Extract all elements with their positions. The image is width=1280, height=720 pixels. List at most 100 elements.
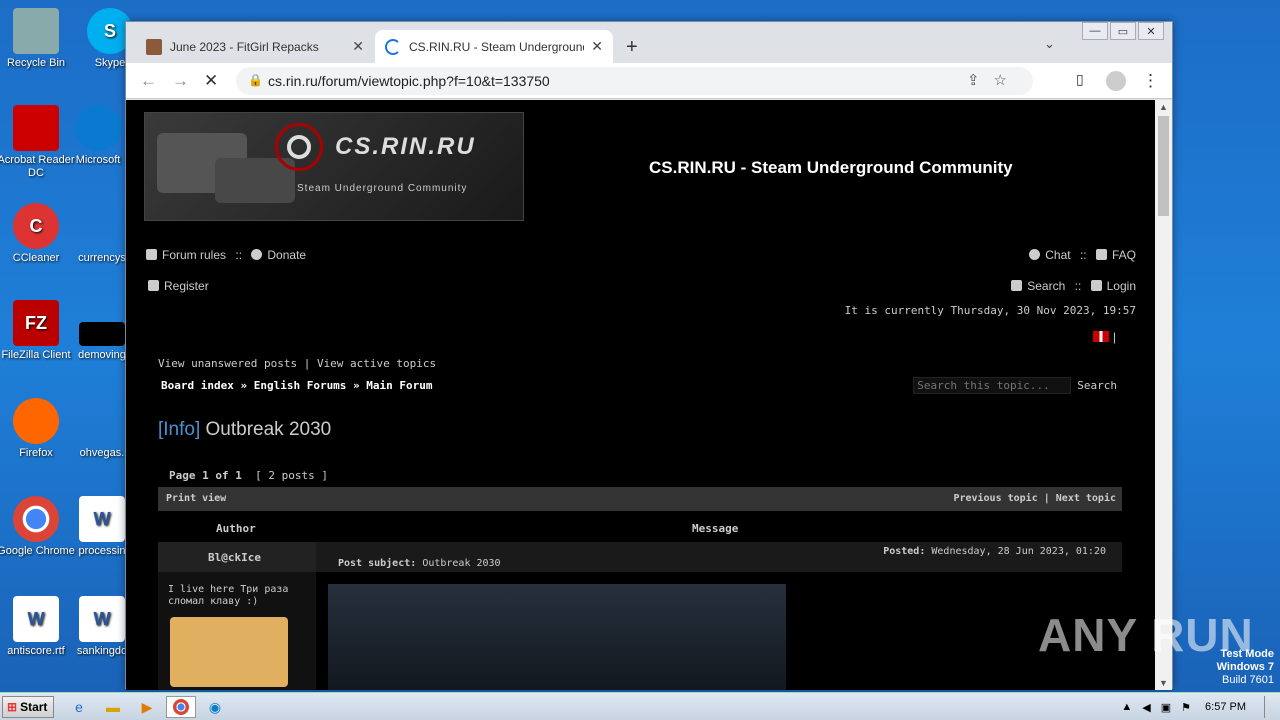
nav-left-bottom: Register bbox=[148, 279, 209, 293]
register-icon bbox=[148, 280, 159, 291]
chat-icon bbox=[1029, 249, 1041, 260]
subject-text: Outbreak 2030 bbox=[422, 558, 501, 569]
author-column-header: Author bbox=[216, 522, 256, 535]
pagination: Page 1 of 1 [ 2 posts ] bbox=[169, 469, 328, 482]
close-window-button[interactable]: ✕ bbox=[1138, 22, 1164, 40]
nav-separator: :: bbox=[235, 248, 243, 262]
uk-flag-icon[interactable] bbox=[1092, 331, 1109, 342]
profile-icon[interactable] bbox=[1106, 71, 1126, 91]
search-icon bbox=[1011, 280, 1023, 291]
faq-icon bbox=[1095, 249, 1107, 260]
search-link[interactable]: Search bbox=[1027, 279, 1065, 293]
chat-link[interactable]: Chat bbox=[1045, 248, 1070, 262]
fitgirl-favicon bbox=[146, 38, 162, 55]
nav-separator: :: bbox=[1079, 248, 1087, 262]
ie-taskbar-icon[interactable]: e bbox=[66, 696, 92, 718]
posted-label: Posted: bbox=[883, 546, 926, 557]
volume-icon[interactable]: ◀ bbox=[1142, 701, 1150, 714]
back-icon[interactable]: ← bbox=[140, 71, 157, 91]
flag-icon[interactable]: ⚑ bbox=[1181, 701, 1191, 714]
clock[interactable]: 6:57 PM bbox=[1205, 701, 1246, 713]
scroll-up-icon[interactable]: ▲ bbox=[1159, 102, 1168, 112]
system-tray: ▲ ◀ ▣ ⚑ 6:57 PM bbox=[1121, 693, 1280, 720]
post-header-row: Bl@ckIce Post subject: Outbreak 2030 Pos… bbox=[158, 542, 1122, 572]
forum-rules-link[interactable]: Forum rules bbox=[162, 248, 226, 262]
recycle-bin-icon[interactable]: Recycle Bin bbox=[0, 8, 76, 70]
tab-strip: June 2023 - FitGirl Repacks ✕ CS.RIN.RU … bbox=[126, 22, 1172, 63]
explorer-taskbar-icon[interactable]: ▬ bbox=[100, 696, 126, 718]
logo-name: CS.RIN.RU bbox=[335, 133, 476, 160]
lang-separator: | bbox=[1112, 330, 1116, 344]
tray-arrow-icon[interactable]: ▲ bbox=[1121, 701, 1132, 713]
search-topic-button[interactable]: Search bbox=[1077, 379, 1117, 392]
topic-title[interactable]: [Info] Outbreak 2030 bbox=[158, 419, 331, 441]
subject-label: Post subject: bbox=[338, 558, 417, 569]
tab-fitgirl[interactable]: June 2023 - FitGirl Repacks ✕ bbox=[136, 30, 374, 63]
stop-icon[interactable]: ✕ bbox=[204, 71, 218, 91]
crosshair-inner-icon bbox=[287, 135, 311, 159]
language-selector[interactable]: | bbox=[1092, 330, 1116, 344]
close-tab-icon[interactable]: ✕ bbox=[591, 38, 603, 55]
post-date: Posted: Wednesday, 28 Jun 2023, 01:20 bbox=[883, 546, 1106, 557]
topic-title-text: Outbreak 2030 bbox=[205, 419, 332, 440]
url-text[interactable]: cs.rin.ru/forum/viewtopic.php?f=10&t=133… bbox=[268, 73, 550, 89]
taskbar: ⊞ Start e ▬ ▶ ◉ ▲ ◀ ▣ ⚑ 6:57 PM bbox=[0, 692, 1280, 720]
nav-right-bottom: Search :: Login bbox=[1011, 279, 1136, 293]
web-page: CS.RIN.RU Steam Underground Community CS… bbox=[126, 100, 1156, 690]
tab-csrin[interactable]: CS.RIN.RU - Steam Underground Co ✕ bbox=[375, 30, 613, 63]
menu-icon[interactable]: ⋮ bbox=[1142, 71, 1159, 91]
start-button[interactable]: ⊞ Start bbox=[2, 696, 54, 718]
network-icon[interactable]: ▣ bbox=[1161, 701, 1171, 714]
author-name[interactable]: Bl@ckIce bbox=[208, 551, 261, 564]
page-scrollbar[interactable]: ▲ ▼ bbox=[1155, 100, 1172, 690]
login-link[interactable]: Login bbox=[1107, 279, 1136, 293]
print-view-link[interactable]: Print view bbox=[166, 493, 226, 504]
address-bar[interactable]: 🔒 cs.rin.ru/forum/viewtopic.php?f=10&t=1… bbox=[236, 67, 1033, 95]
register-link[interactable]: Register bbox=[164, 279, 209, 293]
forward-icon[interactable]: → bbox=[172, 71, 189, 91]
show-desktop-button[interactable] bbox=[1264, 696, 1278, 718]
donate-icon bbox=[251, 249, 263, 260]
topic-actions-bar: Print view Previous topic | Next topic bbox=[158, 487, 1122, 511]
breadcrumb[interactable]: Board index » English Forums » Main Foru… bbox=[161, 379, 433, 392]
side-panel-icon[interactable]: ▯ bbox=[1076, 71, 1084, 88]
post-image[interactable] bbox=[328, 584, 786, 690]
browser-toolbar: ← → ✕ 🔒 cs.rin.ru/forum/viewtopic.php?f=… bbox=[126, 63, 1172, 99]
posted-date-text: Wednesday, 28 Jun 2023, 01:20 bbox=[931, 546, 1106, 557]
close-tab-icon[interactable]: ✕ bbox=[352, 38, 364, 55]
rules-icon bbox=[146, 249, 157, 260]
post-subject: Post subject: Outbreak 2030 bbox=[338, 558, 501, 569]
donate-link[interactable]: Donate bbox=[267, 248, 306, 262]
lock-icon[interactable]: 🔒 bbox=[248, 73, 263, 87]
build-line: Build 7601 bbox=[1222, 674, 1274, 686]
logo-subtitle: Steam Underground Community bbox=[297, 183, 468, 194]
media-player-taskbar-icon[interactable]: ▶ bbox=[134, 696, 160, 718]
chrome-window: June 2023 - FitGirl Repacks ✕ CS.RIN.RU … bbox=[125, 21, 1173, 690]
scroll-thumb[interactable] bbox=[1158, 116, 1169, 216]
poster-signature: I live here Три раза сломал клаву :) bbox=[168, 584, 289, 607]
site-title: CS.RIN.RU - Steam Underground Community bbox=[649, 158, 1013, 177]
login-icon bbox=[1090, 280, 1102, 291]
prev-next-links[interactable]: Previous topic | Next topic bbox=[953, 493, 1116, 504]
minimize-button[interactable]: — bbox=[1082, 22, 1108, 40]
search-topic-input[interactable] bbox=[913, 377, 1072, 394]
poster-profile: I live here Три раза сломал клаву :) bbox=[158, 572, 316, 690]
chrome-taskbar-icon[interactable] bbox=[166, 696, 196, 718]
scroll-down-icon[interactable]: ▼ bbox=[1159, 678, 1168, 688]
forum-container: CS.RIN.RU Steam Underground Community CS… bbox=[144, 112, 1140, 690]
test-mode-label: Test Mode Windows 7 Build 7601 bbox=[1217, 648, 1274, 687]
maximize-button[interactable]: ▭ bbox=[1110, 22, 1136, 40]
share-and-bookmark-icons[interactable]: ⇪☆ bbox=[967, 71, 1021, 89]
faq-link[interactable]: FAQ bbox=[1112, 248, 1136, 262]
new-tab-button[interactable]: + bbox=[626, 36, 638, 59]
avatar[interactable] bbox=[170, 617, 288, 687]
tab-search-button[interactable]: ⌄ bbox=[1044, 36, 1055, 52]
view-links[interactable]: View unanswered posts | View active topi… bbox=[158, 357, 436, 370]
topic-search: Search bbox=[913, 377, 1117, 394]
windows-version-line: Windows 7 bbox=[1216, 661, 1274, 673]
site-logo[interactable]: CS.RIN.RU Steam Underground Community bbox=[144, 112, 524, 221]
loading-spinner-icon bbox=[385, 38, 401, 55]
posts-count: [ 2 posts ] bbox=[255, 469, 328, 482]
window-controls: — ▭ ✕ bbox=[1080, 22, 1164, 40]
edge-taskbar-icon[interactable]: ◉ bbox=[202, 696, 228, 718]
